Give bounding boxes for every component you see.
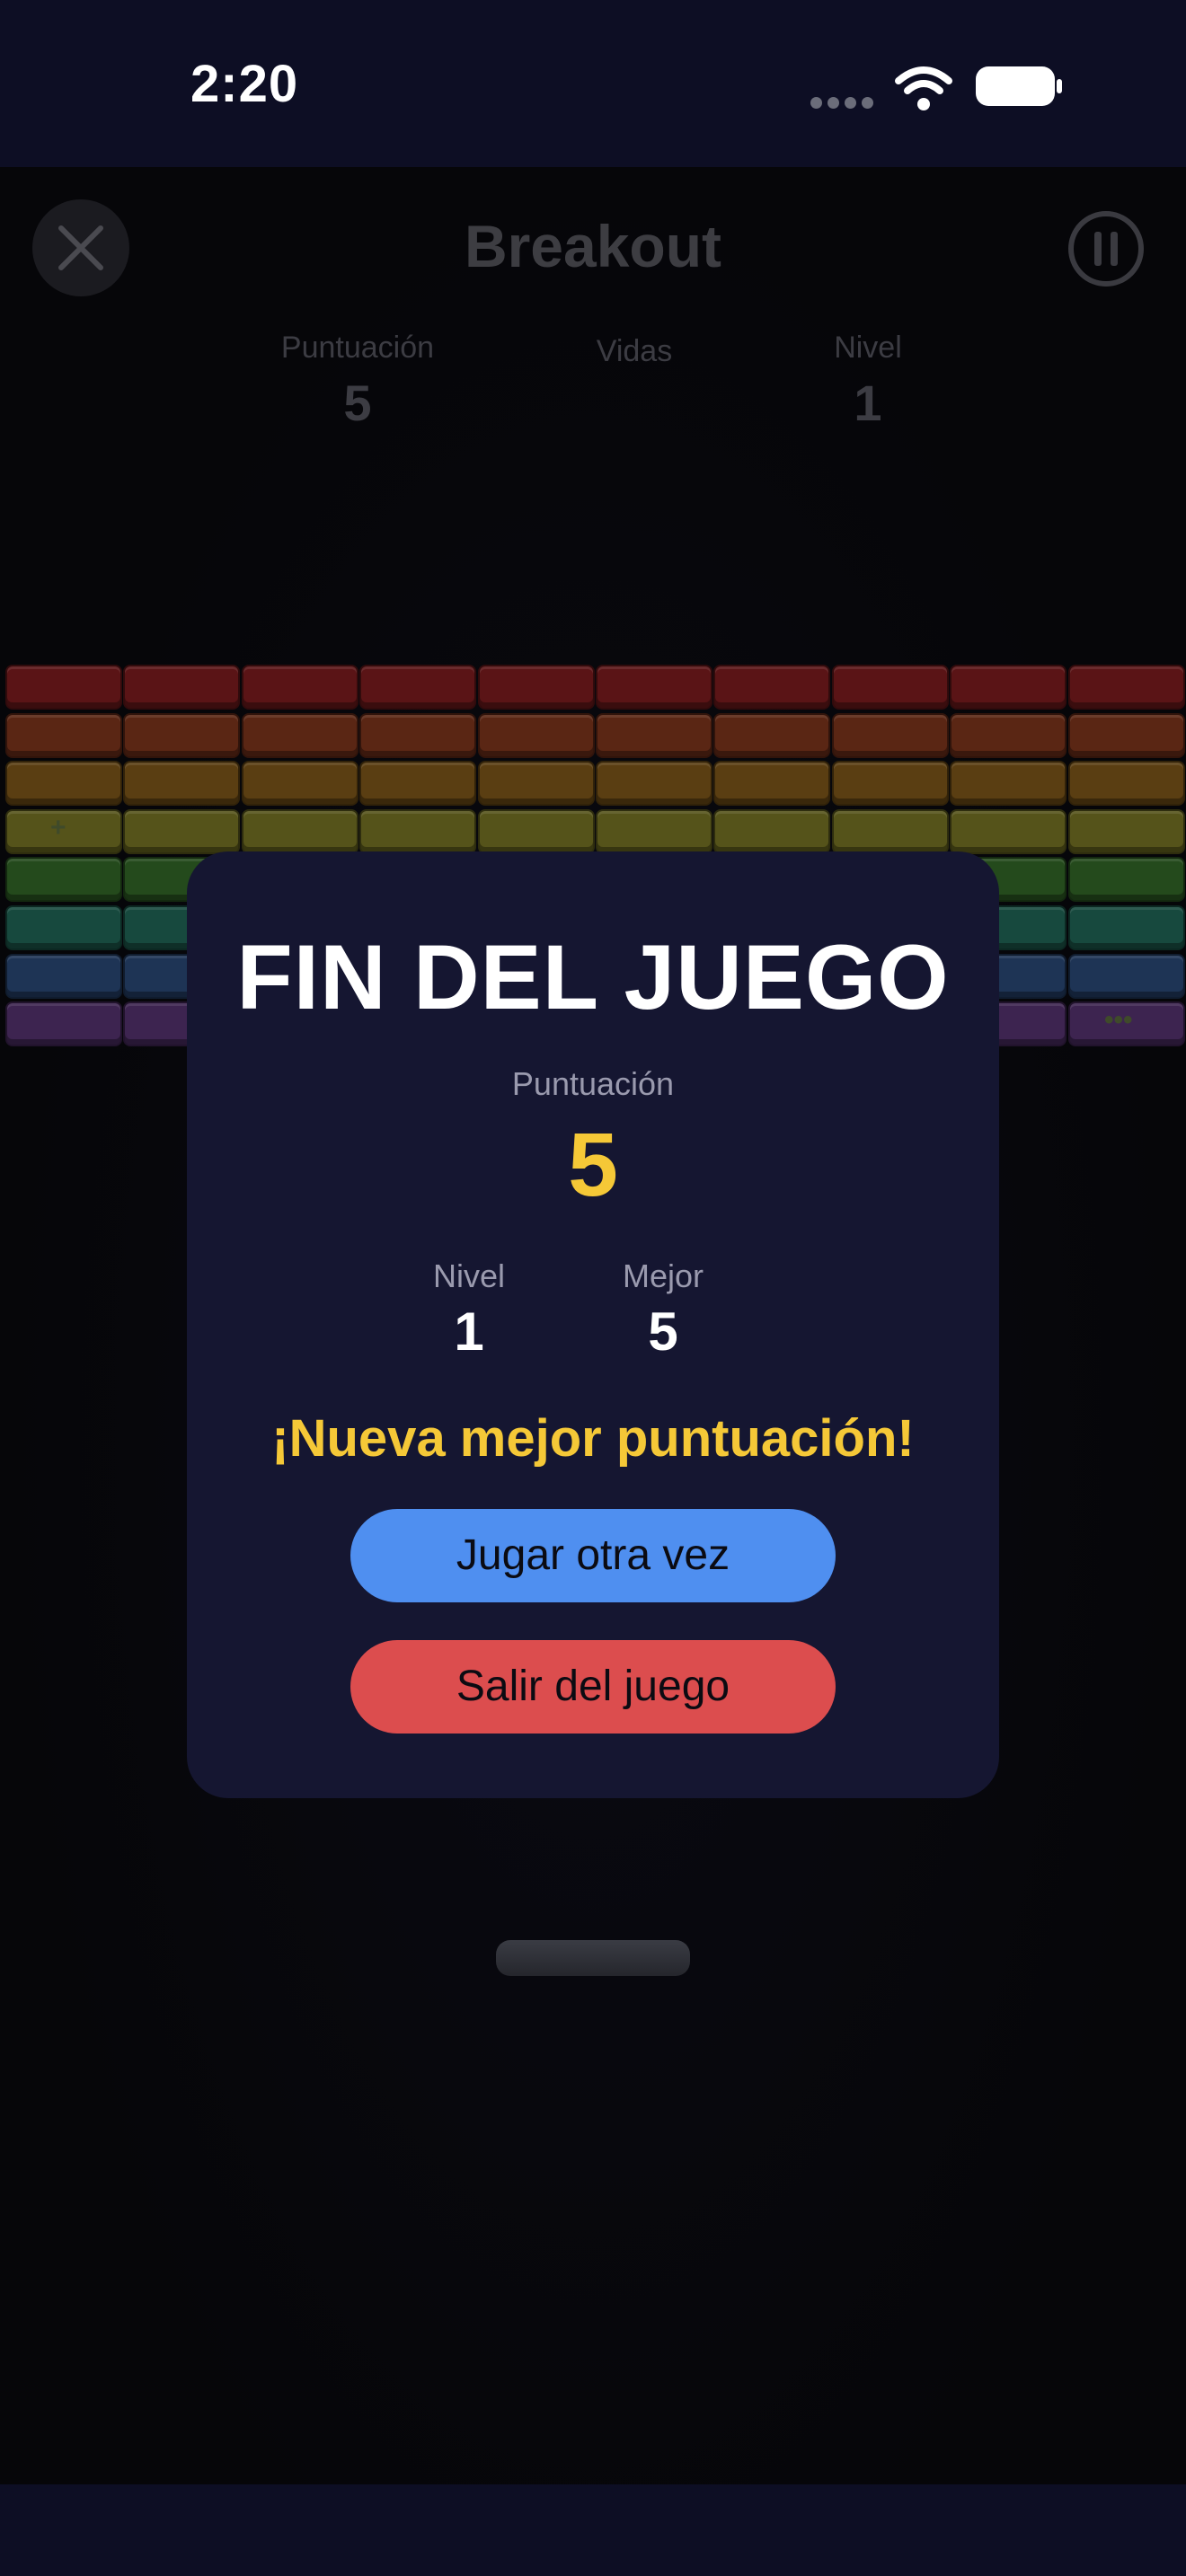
brick (478, 761, 595, 806)
brick (359, 761, 476, 806)
brick (596, 761, 712, 806)
brick (5, 905, 122, 950)
brick (242, 665, 358, 710)
brick (596, 713, 712, 758)
bottom-bar (0, 2484, 1186, 2576)
pause-icon (1094, 232, 1102, 266)
brick (1068, 905, 1185, 950)
brick (1068, 857, 1185, 902)
brick (950, 761, 1067, 806)
hud-lives-label: Vidas (596, 334, 673, 368)
brick (478, 665, 595, 710)
brick (242, 809, 358, 854)
brick (359, 665, 476, 710)
play-again-button[interactable]: Jugar otra vez (350, 1509, 836, 1602)
brick (359, 809, 476, 854)
wifi-icon (895, 66, 952, 110)
brick (5, 857, 122, 902)
brick (713, 761, 830, 806)
battery-full-icon (976, 66, 1062, 106)
hud-score-label: Puntuación (280, 331, 435, 365)
brick (123, 809, 240, 854)
brick (123, 761, 240, 806)
hud-level-value: 1 (854, 375, 882, 431)
cellular-dots-icon (810, 97, 875, 110)
brick (950, 713, 1067, 758)
brick (242, 761, 358, 806)
brick (359, 713, 476, 758)
hud-score-value: 5 (343, 375, 372, 431)
paddle[interactable] (496, 1940, 690, 1976)
new-record-message: ¡Nueva mejor puntuación! (271, 1409, 915, 1468)
brick (1068, 954, 1185, 999)
pause-button[interactable] (1066, 208, 1146, 289)
brick (832, 665, 949, 710)
brick (1068, 665, 1185, 710)
game-over-title: FIN DEL JUEGO (236, 926, 950, 1028)
level-stat-value: 1 (454, 1301, 484, 1362)
brick (242, 713, 358, 758)
brick (5, 713, 122, 758)
brick (713, 665, 830, 710)
status-time: 2:20 (190, 55, 299, 113)
status-bar: 2:20 (0, 0, 1186, 167)
best-stat-label: Mejor (622, 1257, 704, 1294)
brick (1068, 761, 1185, 806)
brick (713, 809, 830, 854)
brick (1068, 713, 1185, 758)
brick (5, 665, 122, 710)
brick (950, 809, 1067, 854)
level-stat-label: Nivel (432, 1257, 505, 1294)
final-score-label: Puntuación (511, 1065, 675, 1102)
brick (713, 713, 830, 758)
brick (478, 809, 595, 854)
brick (5, 761, 122, 806)
exit-game-button[interactable]: Salir del juego (350, 1640, 836, 1734)
game-over-dialog: FIN DEL JUEGO Puntuación 5 Nivel 1 Mejor… (187, 851, 999, 1798)
brick (832, 809, 949, 854)
brick (832, 713, 949, 758)
brick (5, 1001, 122, 1046)
brick-powerup-icon: + (50, 813, 66, 842)
game-title: Breakout (464, 213, 722, 279)
brick (1068, 809, 1185, 854)
brick (5, 954, 122, 999)
final-score-value: 5 (568, 1115, 618, 1215)
brick (832, 761, 949, 806)
hud-level-label: Nivel (834, 331, 902, 365)
brick (596, 809, 712, 854)
brick (596, 665, 712, 710)
brick (950, 665, 1067, 710)
best-stat-value: 5 (648, 1301, 678, 1362)
brick (123, 713, 240, 758)
brick (123, 665, 240, 710)
brick (478, 713, 595, 758)
brick-powerup-icon: ••• (1104, 1005, 1133, 1035)
